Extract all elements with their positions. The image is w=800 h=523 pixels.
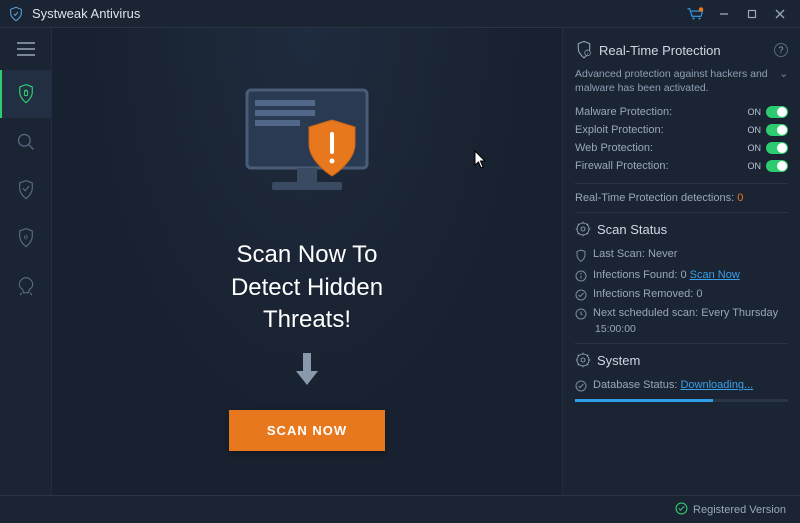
system-header: System: [575, 352, 788, 368]
check-circle-icon: [575, 289, 587, 301]
minimize-button[interactable]: [712, 4, 736, 24]
sidebar: e: [0, 28, 52, 495]
toggle-label: Malware Protection:: [575, 106, 672, 118]
toggle-state: ON: [748, 125, 762, 135]
sidebar-item-protection[interactable]: [0, 166, 52, 214]
next-scan-label: Next scheduled scan:: [593, 307, 698, 319]
svg-text:i: i: [587, 51, 588, 56]
next-scan-time: 15:00:00: [575, 323, 788, 335]
toggle-state: ON: [748, 143, 762, 153]
infections-found-value: 0: [680, 269, 686, 281]
download-progress: [575, 399, 788, 402]
toggle-state: ON: [748, 161, 762, 171]
infections-found-label: Infections Found:: [593, 269, 677, 281]
shield-info-icon: i: [575, 40, 593, 60]
toggle-label: Web Protection:: [575, 142, 653, 154]
infections-removed-row: Infections Removed: 0: [575, 285, 788, 304]
toggle-exploit: Exploit Protection: ON: [575, 121, 788, 139]
info-icon: [575, 270, 587, 282]
scan-now-button[interactable]: SCAN NOW: [229, 410, 385, 451]
gear-icon: [575, 352, 591, 368]
infections-removed-label: Infections Removed:: [593, 288, 693, 300]
database-status-value[interactable]: Downloading...: [680, 379, 753, 391]
scanstatus-header: Scan Status: [575, 221, 788, 237]
rtp-detections-label: Real-Time Protection detections:: [575, 192, 734, 204]
right-panel: i Real-Time Protection ? Advanced protec…: [562, 28, 800, 495]
next-scan-value: Every Thursday: [701, 307, 778, 319]
rtp-title: Real-Time Protection: [599, 43, 721, 58]
maximize-button[interactable]: [740, 4, 764, 24]
toggle-state: ON: [748, 107, 762, 117]
toggle-web: Web Protection: ON: [575, 139, 788, 157]
last-scan-row: Last Scan: Never: [575, 245, 788, 266]
main-panel: Scan Now To Detect Hidden Threats! SCAN …: [52, 28, 562, 495]
toggle-malware: Malware Protection: ON: [575, 103, 788, 121]
divider: [575, 212, 788, 213]
sidebar-item-boost[interactable]: [0, 262, 52, 310]
headline: Scan Now To Detect Hidden Threats!: [231, 239, 383, 336]
clock-icon: [575, 308, 587, 320]
toggle-switch[interactable]: [766, 142, 788, 154]
help-icon[interactable]: ?: [774, 43, 788, 57]
next-scan-row: Next scheduled scan: Every Thursday: [575, 304, 788, 323]
app-title: Systweak Antivirus: [32, 6, 686, 21]
monitor-illustration: [227, 82, 387, 217]
toggle-firewall: Firewall Protection: ON: [575, 157, 788, 175]
database-status-row: Database Status: Downloading...: [575, 376, 788, 395]
sidebar-item-web[interactable]: e: [0, 214, 52, 262]
scanstatus-title: Scan Status: [597, 222, 667, 237]
infections-found-row: Infections Found: 0 Scan Now: [575, 266, 788, 285]
close-button[interactable]: [768, 4, 792, 24]
title-bar: Systweak Antivirus: [0, 0, 800, 28]
toggle-switch[interactable]: [766, 124, 788, 136]
rtp-description: Advanced protection against hackers and …: [575, 68, 775, 95]
gear-icon: [575, 221, 591, 237]
rtp-detections: Real-Time Protection detections: 0: [575, 192, 788, 204]
sidebar-item-scan[interactable]: [0, 118, 52, 166]
toggle-switch[interactable]: [766, 106, 788, 118]
check-circle-icon: [575, 380, 587, 392]
scan-now-link[interactable]: Scan Now: [690, 269, 740, 281]
scanstatus-list: Last Scan: Never Infections Found: 0 Sca…: [575, 245, 788, 335]
toggle-label: Firewall Protection:: [575, 160, 669, 172]
toggle-label: Exploit Protection:: [575, 124, 664, 136]
rtp-description-row: Advanced protection against hackers and …: [575, 68, 788, 95]
status-bar: Registered Version: [0, 495, 800, 523]
arrow-down-icon: [292, 351, 322, 392]
app-logo-icon: [8, 6, 24, 22]
headline-line3: Threats!: [231, 304, 383, 336]
chevron-down-icon[interactable]: ⌄: [779, 68, 788, 82]
rtp-detections-count: 0: [737, 192, 743, 204]
last-scan-label: Last Scan:: [593, 248, 645, 260]
divider: [575, 183, 788, 184]
check-icon: [675, 502, 688, 518]
shield-check-icon: [575, 249, 587, 263]
sidebar-item-home[interactable]: [0, 70, 52, 118]
toggle-switch[interactable]: [766, 160, 788, 172]
rtp-header: i Real-Time Protection ?: [575, 40, 788, 60]
registered-label: Registered Version: [693, 504, 786, 516]
last-scan-value: Never: [648, 248, 677, 260]
headline-line1: Scan Now To: [231, 239, 383, 271]
infections-removed-value: 0: [696, 288, 702, 300]
divider: [575, 343, 788, 344]
menu-toggle-button[interactable]: [0, 28, 52, 70]
svg-text:e: e: [23, 233, 28, 242]
system-title: System: [597, 353, 640, 368]
database-status-label: Database Status:: [593, 379, 677, 391]
window-controls: [712, 4, 792, 24]
cart-icon[interactable]: [686, 7, 704, 21]
headline-line2: Detect Hidden: [231, 272, 383, 304]
